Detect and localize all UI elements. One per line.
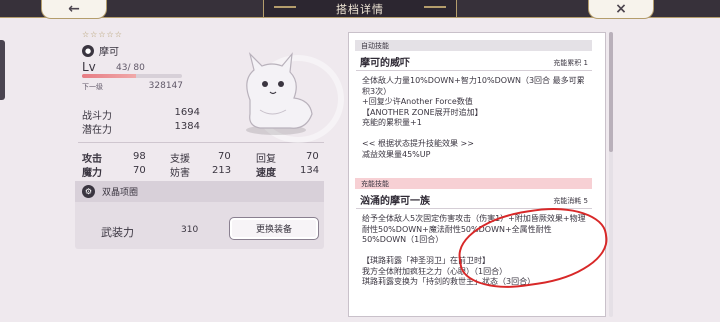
equipment-panel: ⚙ 双晶项圈 武装力 310 更换装备	[75, 181, 324, 249]
partner-name-row: ● 摩可	[82, 43, 119, 58]
equipment-name: 双晶项圈	[102, 188, 139, 198]
attack-value: 98	[133, 151, 146, 162]
magic-label: 魔力	[82, 168, 102, 179]
partner-name: 摩可	[99, 47, 119, 58]
level-label: Lv	[82, 60, 96, 74]
arms-power-value: 310	[181, 225, 199, 235]
rarity-stars: ☆☆☆☆☆	[82, 30, 123, 39]
potential-row: 潜在力 1384	[82, 121, 200, 136]
arrow-left-icon: ←	[68, 1, 80, 17]
recovery-value: 70	[306, 151, 319, 162]
divider	[78, 142, 324, 143]
page-title: 搭档详情	[263, 0, 457, 18]
divider	[356, 70, 592, 71]
charge-skill-header: 充能技能	[355, 178, 592, 189]
hinder-value: 213	[212, 165, 232, 176]
equipment-header: ⚙ 双晶项圈	[75, 181, 324, 202]
support-label: 支援	[170, 154, 190, 165]
speed-value: 134	[300, 165, 320, 176]
attack-label: 攻击	[82, 154, 102, 165]
magic-value: 70	[133, 165, 146, 176]
back-button[interactable]: ←	[41, 0, 107, 19]
arms-power-label: 武装力	[101, 226, 134, 239]
exp-bar	[82, 74, 182, 78]
recovery-label: 回复	[256, 154, 276, 165]
next-level-exp: 328147	[148, 81, 183, 91]
change-equipment-button[interactable]: 更换装备	[229, 217, 319, 240]
auto-skill-charge: 充能累积 1	[553, 59, 588, 67]
exp-bar-fill	[82, 74, 136, 78]
support-value: 70	[218, 151, 231, 162]
skills-scrollbar-thumb[interactable]	[609, 32, 613, 152]
auto-skill-header: 自动技能	[355, 40, 592, 51]
level-value: 43/ 80	[116, 63, 145, 73]
speed-label: 速度	[256, 168, 276, 179]
gear-icon: ⚙	[82, 185, 95, 198]
potential-value: 1384	[174, 121, 200, 132]
close-icon: ×	[615, 1, 627, 17]
next-level-label: 下一级	[82, 83, 103, 91]
charge-skill-cost: 充能消耗 5	[553, 197, 588, 205]
close-button[interactable]: ×	[588, 0, 654, 19]
combat-power-value: 1694	[174, 107, 200, 118]
combat-power-label: 战斗力	[82, 111, 112, 122]
side-drawer-handle[interactable]	[0, 40, 5, 100]
potential-label: 潜在力	[82, 125, 112, 136]
charge-skill-name: 汹涌的摩可一族	[360, 196, 430, 207]
auto-skill-name: 摩可的威吓	[360, 58, 410, 69]
auto-skill-description: 全体敌人力量10%DOWN+智力10%DOWN（3回合 最多可累积3次） +回复…	[362, 76, 585, 159]
partner-portrait	[246, 52, 313, 135]
paw-icon: ●	[82, 44, 94, 57]
hinder-label: 妨害	[170, 168, 190, 179]
combat-power-row: 战斗力 1694	[82, 107, 200, 122]
